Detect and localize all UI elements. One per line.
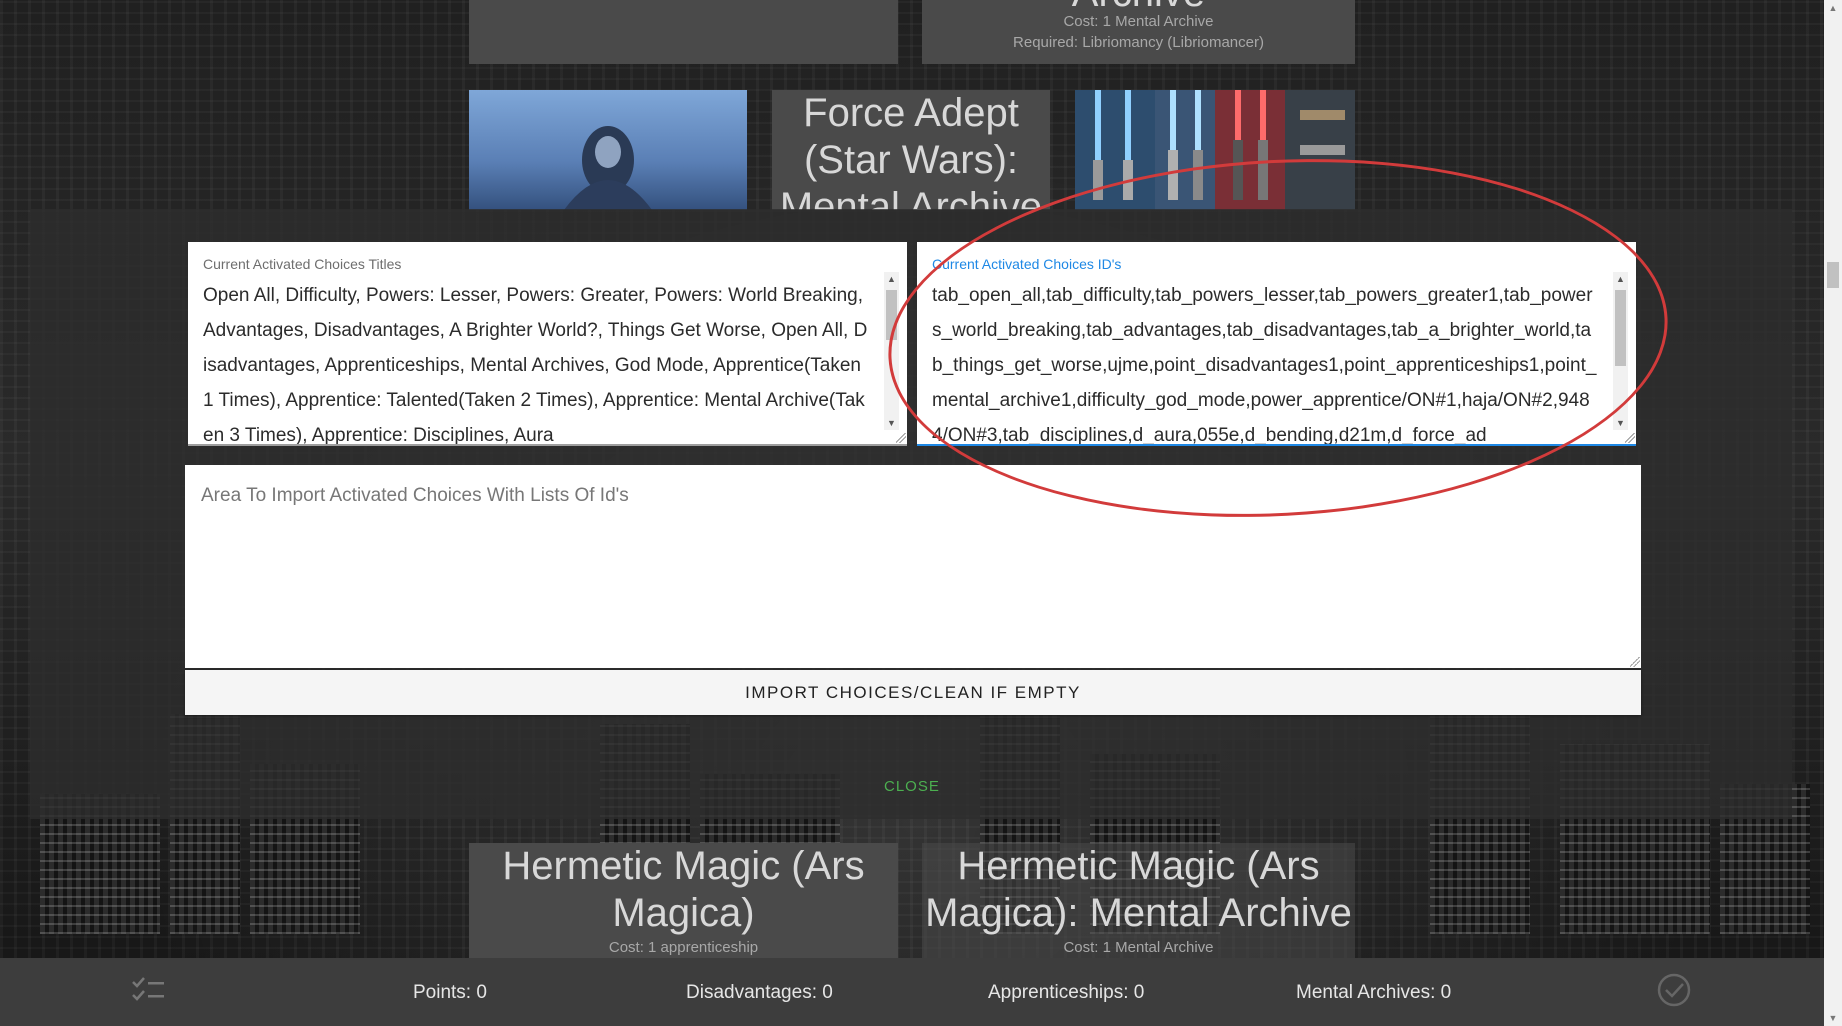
scroll-up-arrow-icon[interactable]: ▲ [884, 272, 899, 286]
scroll-thumb[interactable] [886, 290, 897, 340]
card-cost: Cost: 1 apprenticeship [608, 939, 759, 956]
hooded-figure-image [469, 90, 747, 210]
lightsabers-image [1075, 90, 1355, 210]
check-circle-icon[interactable] [1656, 972, 1692, 1014]
card-cost: Cost: 1 Mental Archive [1063, 13, 1214, 30]
card-required: Required: Libriomancy (Libriomancer) [1013, 34, 1264, 51]
points-footer: Points: 0 Disadvantages: 0 Apprenticeshi… [0, 958, 1824, 1026]
disadvantages-counter: Disadvantages: 0 [686, 982, 833, 1003]
import-choices-textarea[interactable]: Area To Import Activated Choices With Li… [185, 465, 1641, 668]
choices-ids-field[interactable]: Current Activated Choices ID's tab_open_… [917, 242, 1636, 446]
scroll-up-arrow-icon[interactable]: ▲ [1824, 3, 1842, 13]
resize-handle-icon[interactable] [1630, 657, 1640, 667]
import-placeholder: Area To Import Activated Choices With Li… [201, 485, 629, 506]
import-choices-button[interactable]: IMPORT CHOICES/CLEAN IF EMPTY [185, 670, 1641, 715]
card-title: Force Adept (Star Wars): Mental Archive [779, 91, 1043, 210]
card-hermetic-magic-archive[interactable]: Hermetic Magic (Ars Magica): Mental Arch… [922, 843, 1355, 958]
apprenticeships-counter: Apprenticeships: 0 [988, 982, 1145, 1003]
card-force-adept[interactable]: Force Adept (Star Wars): Mental Archive [772, 90, 1050, 210]
scroll-thumb[interactable] [1615, 290, 1626, 366]
card-mental-archive[interactable]: Archive Cost: 1 Mental Archive Required:… [922, 0, 1355, 64]
close-button[interactable]: CLOSE [884, 778, 940, 795]
field-label: Current Activated Choices ID's [932, 256, 1122, 272]
card-hermetic-magic[interactable]: Hermetic Magic (Ars Magica) Cost: 1 appr… [469, 843, 898, 958]
points-counter: Points: 0 [413, 982, 487, 1003]
card-top-left[interactable] [469, 0, 898, 64]
titles-scrollbar[interactable]: ▲ ▼ [884, 272, 899, 430]
choices-ids-text[interactable]: tab_open_all,tab_difficulty,tab_powers_l… [932, 278, 1598, 444]
list-check-icon[interactable] [130, 976, 166, 1012]
resize-handle-icon[interactable] [1625, 433, 1635, 443]
page-scrollbar[interactable]: ▲ ▼ [1824, 0, 1842, 1026]
ids-scrollbar[interactable]: ▲ ▼ [1613, 272, 1628, 430]
scroll-down-arrow-icon[interactable]: ▼ [884, 416, 899, 430]
scroll-up-arrow-icon[interactable]: ▲ [1613, 272, 1628, 286]
choices-titles-text[interactable]: Open All, Difficulty, Powers: Lesser, Po… [203, 278, 869, 444]
field-label: Current Activated Choices Titles [203, 256, 402, 272]
scroll-down-arrow-icon[interactable]: ▼ [1613, 416, 1628, 430]
card-cost: Cost: 1 Mental Archive [1063, 939, 1214, 956]
mental-archives-counter: Mental Archives: 0 [1296, 982, 1452, 1003]
resize-handle-icon[interactable] [896, 433, 906, 443]
scroll-down-arrow-icon[interactable]: ▼ [1824, 1013, 1842, 1023]
choices-titles-field[interactable]: Current Activated Choices Titles Open Al… [188, 242, 907, 446]
card-title: Hermetic Magic (Ars Magica) [502, 844, 865, 935]
card-title: Hermetic Magic (Ars Magica): Mental Arch… [925, 844, 1352, 935]
page-scroll-thumb[interactable] [1827, 262, 1839, 288]
